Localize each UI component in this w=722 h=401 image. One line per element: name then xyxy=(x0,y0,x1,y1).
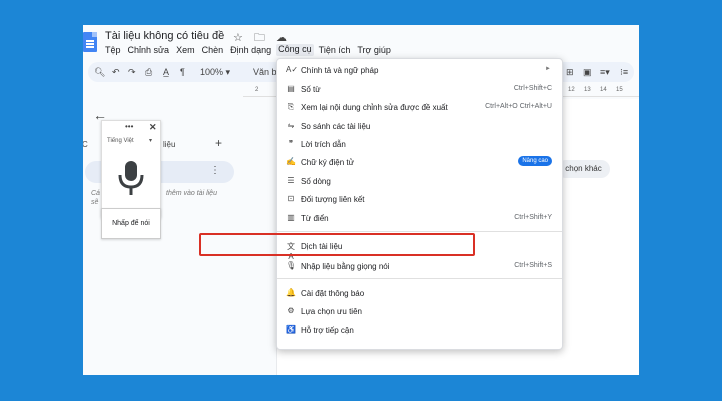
linked-object-icon: ⊡ xyxy=(287,194,295,203)
add-tab-icon[interactable]: + xyxy=(215,136,222,150)
outline-label-prefix: C xyxy=(83,140,88,149)
menu-extensions[interactable]: Tiện ích xyxy=(319,45,351,55)
microphone-icon: 🎙 xyxy=(286,261,297,270)
ruler-tick: 2 xyxy=(255,87,259,93)
more-options-icon[interactable]: ⋮ xyxy=(210,165,220,176)
bell-icon: 🔔 xyxy=(286,288,296,297)
close-icon[interactable]: ✕ xyxy=(149,122,157,133)
spellcheck-icon: A✓ xyxy=(286,65,299,74)
menu-help[interactable]: Trợ giúp xyxy=(357,45,391,55)
other-choice-chip[interactable]: chọn khác xyxy=(557,160,610,178)
voice-typing-highlight-box xyxy=(199,233,475,256)
ruler-tick: 12 xyxy=(568,87,575,93)
menu-bar: Tệp Chỉnh sửa Xem Chèn Định dạng Công cụ… xyxy=(105,44,391,56)
add-comment-icon[interactable]: ⊞ xyxy=(566,67,574,78)
outline-hint-text: thêm vào tài liệu xyxy=(166,190,217,197)
language-select[interactable]: Tiếng Việt xyxy=(107,138,134,144)
preferences-icon: ⚙ xyxy=(287,306,295,315)
chevron-down-icon[interactable]: ▾ xyxy=(149,137,152,144)
undo-icon[interactable]: ↶ xyxy=(112,67,120,78)
outline-hint: Cá sẽ thêm vào tài liệu xyxy=(91,190,217,206)
document-title[interactable]: Tài liệu không có tiêu đề xyxy=(105,30,224,42)
docs-logo-icon[interactable] xyxy=(83,32,97,52)
menu-item-preferences[interactable]: ⚙ Lựa chọn ưu tiên xyxy=(277,305,562,319)
menu-item-word-count[interactable]: ▤ Số từ Ctrl+Shift+C xyxy=(277,83,562,97)
menu-item-esignature[interactable]: ✍ Chữ ký điện tử Nâng cao xyxy=(277,156,562,170)
outline-label: liệu xyxy=(163,140,176,149)
menu-item-dictionary[interactable]: ▥ Từ điển Ctrl+Shift+Y xyxy=(277,212,562,226)
review-icon: ⎘ xyxy=(287,102,295,111)
word-count-icon: ▤ xyxy=(287,84,295,93)
line-spacing-icon[interactable]: ⁝≡ xyxy=(620,67,628,78)
search-icon[interactable]: 🔍︎ xyxy=(94,67,105,78)
menu-format[interactable]: Định dạng xyxy=(230,45,271,55)
spellcheck-icon[interactable]: A̲ xyxy=(163,67,169,77)
menu-item-linked-objects[interactable]: ⊡ Đối tượng liên kết xyxy=(277,193,562,207)
voice-tooltip: Nhấp để nói xyxy=(101,208,161,239)
accessibility-icon: ♿ xyxy=(286,325,296,334)
more-icon[interactable]: ••• xyxy=(125,122,133,131)
menu-item-review-edits[interactable]: ⎘ Xem lại nội dung chỉnh sửa được đề xuấ… xyxy=(277,101,562,115)
chevron-down-icon: ▾ xyxy=(225,67,231,77)
ruler-tick: 13 xyxy=(584,87,591,93)
dictionary-icon: ▥ xyxy=(287,213,295,222)
menu-file[interactable]: Tệp xyxy=(105,45,121,55)
ruler-tick: 15 xyxy=(616,87,623,93)
insert-image-icon[interactable]: ▣ xyxy=(583,67,592,78)
menu-item-spelling[interactable]: A✓ Chính tả và ngữ pháp ► xyxy=(277,64,562,78)
menu-item-citations[interactable]: ❞ Lời trích dẫn xyxy=(277,138,562,152)
align-icon[interactable]: ≡▾ xyxy=(600,67,610,78)
menu-item-compare-docs[interactable]: ⇋ So sánh các tài liệu xyxy=(277,120,562,134)
menu-insert[interactable]: Chèn xyxy=(202,45,224,55)
menu-divider xyxy=(277,231,562,232)
signature-icon: ✍ xyxy=(286,157,296,166)
style-select[interactable]: Văn b xyxy=(253,67,277,77)
menu-divider xyxy=(277,278,562,279)
docs-window: Tài liệu không có tiêu đề ☆ 🗀 ☁ Tệp Chỉn… xyxy=(83,25,639,375)
menu-item-notification-settings[interactable]: 🔔 Cài đặt thông báo xyxy=(277,287,562,301)
compare-icon: ⇋ xyxy=(287,121,295,130)
menu-edit[interactable]: Chỉnh sửa xyxy=(128,45,170,55)
paint-format-icon[interactable]: ¶ xyxy=(180,67,185,77)
line-numbers-icon: ☰ xyxy=(287,176,295,185)
quote-icon: ❞ xyxy=(288,139,294,148)
microphone-icon[interactable] xyxy=(116,159,146,197)
menu-item-line-numbers[interactable]: ☰ Số dòng xyxy=(277,175,562,189)
menu-tools[interactable]: Công cụ xyxy=(276,44,314,56)
zoom-value: 100% xyxy=(200,67,224,77)
zoom-select[interactable]: 100% ▾ xyxy=(200,67,230,78)
voice-typing-panel: ••• ✕ Tiếng Việt ▾ xyxy=(101,120,161,218)
menu-view[interactable]: Xem xyxy=(176,45,195,55)
redo-icon[interactable]: ↷ xyxy=(128,67,136,78)
print-icon[interactable]: ⎙ xyxy=(145,67,152,78)
menu-item-voice-typing[interactable]: 🎙 Nhập liệu bằng giọng nói Ctrl+Shift+S xyxy=(277,260,562,274)
menu-item-accessibility[interactable]: ♿ Hỗ trợ tiếp cận xyxy=(277,324,562,338)
upgrade-badge: Nâng cao xyxy=(518,156,552,166)
tools-menu-dropdown: A✓ Chính tả và ngữ pháp ► ▤ Số từ Ctrl+S… xyxy=(276,58,563,350)
ruler-tick: 14 xyxy=(600,87,607,93)
submenu-arrow-icon: ► xyxy=(545,66,551,72)
